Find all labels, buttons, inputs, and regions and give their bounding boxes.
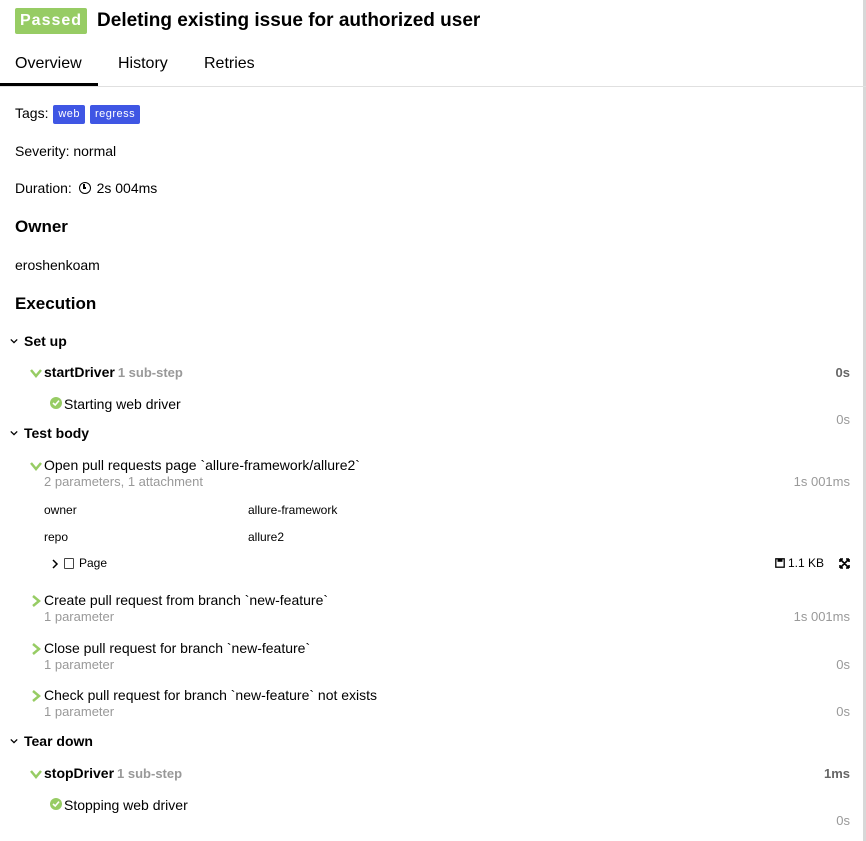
file-code-icon [64,558,74,569]
check-icon [50,798,62,810]
chevron-right-icon [32,690,41,702]
step-time: 1s 001ms [793,609,850,624]
step-time: 1ms [823,766,850,781]
tags-label: Tags: [15,105,49,122]
step-name: Check pull request for branch `new-featu… [44,687,378,703]
substep-count: 1 sub-step [117,365,183,380]
substep-count: 1 sub-step [117,766,183,781]
execution-title: Execution [15,294,97,313]
param-value: allure-framework [248,503,338,517]
chevron-right-icon [32,643,41,655]
duration-label: Duration: [15,180,72,196]
tab-retries[interactable]: Retries [189,48,270,86]
step-create-pull-request[interactable]: Create pull request from branch `new-fea… [30,592,850,626]
chevron-down-icon [10,738,18,744]
tag-regress[interactable]: regress [89,105,141,124]
stage-label: Tear down [24,733,93,749]
step-time: 0s [835,365,850,380]
step-name: Open pull requests page `allure-framewor… [44,457,360,473]
leaf-step: Starting web driver 0s [50,396,850,428]
owner-value: eroshenkoam [15,257,100,273]
tags-row: Tags: web regress [15,105,141,124]
tab-overview[interactable]: Overview [0,48,98,86]
status-badge: Passed [15,7,88,34]
leaf-time: 0s [836,412,850,427]
step-subtitle: 1 parameter [44,657,115,672]
leaf-name: Starting web driver [64,396,181,412]
leaf-step: Stopping web driver 0s [50,797,850,829]
tab-bar: Overview History Retries [0,48,866,87]
chevron-down-icon [30,369,42,378]
tab-history[interactable]: History [103,48,183,86]
stage-setup[interactable]: Set up [10,333,67,349]
expand-icon[interactable] [839,558,850,569]
step-subtitle: 1 parameter [44,609,115,624]
stage-label: Set up [24,333,67,349]
step-time: 0s [836,704,850,719]
chevron-down-icon [10,430,18,436]
attachment-size: 1.1 KB [787,556,824,570]
clock-icon [78,182,91,194]
stage-tear-down[interactable]: Tear down [10,733,93,749]
step-close-pull-request[interactable]: Close pull request for branch `new-featu… [30,640,850,674]
check-icon [50,397,62,409]
leaf-name: Stopping web driver [64,797,188,813]
step-subtitle: 2 parameters, 1 attachment [44,474,203,489]
step-time: 0s [836,657,850,672]
param-name: owner [44,503,77,517]
stage-label: Test body [24,425,90,441]
attachment-row[interactable]: Page 1.1 KB [50,556,850,572]
step-stop-driver[interactable]: stopDriver 1 sub-step 1ms [30,765,850,783]
step-time: 1s 001ms [793,474,850,489]
duration-value: 2s 004ms [96,180,158,196]
page-title: Deleting existing issue for authorized u… [97,9,481,31]
duration-row: Duration: 2s 004ms [15,180,157,196]
owner-title: Owner [15,217,68,236]
chevron-right-icon [52,559,59,569]
chevron-down-icon [10,338,18,344]
step-check-pull-request[interactable]: Check pull request for branch `new-featu… [30,687,850,721]
step-name: stopDriver 1 sub-step [44,765,183,781]
save-icon [774,558,785,568]
chevron-right-icon [32,595,41,607]
param-name: repo [44,530,69,544]
step-name: Create pull request from branch `new-fea… [44,592,329,608]
step-name: startDriver 1 sub-step [44,364,183,380]
severity: Severity: normal [15,143,117,159]
param-value: allure2 [248,530,285,544]
chevron-down-icon [30,462,42,471]
stage-test-body[interactable]: Test body [10,425,89,441]
step-open-pull-requests[interactable]: Open pull requests page `allure-framewor… [30,457,850,491]
chevron-down-icon [30,770,42,779]
header: Passed Deleting existing issue for autho… [15,7,480,34]
step-start-driver[interactable]: startDriver 1 sub-step 0s [30,364,850,382]
leaf-time: 0s [836,813,850,828]
step-name: Close pull request for branch `new-featu… [44,640,311,656]
tag-web[interactable]: web [53,105,86,124]
step-subtitle: 1 parameter [44,704,115,719]
attachment-name: Page [79,556,108,570]
attachment-size-wrap: 1.1 KB [774,556,824,570]
